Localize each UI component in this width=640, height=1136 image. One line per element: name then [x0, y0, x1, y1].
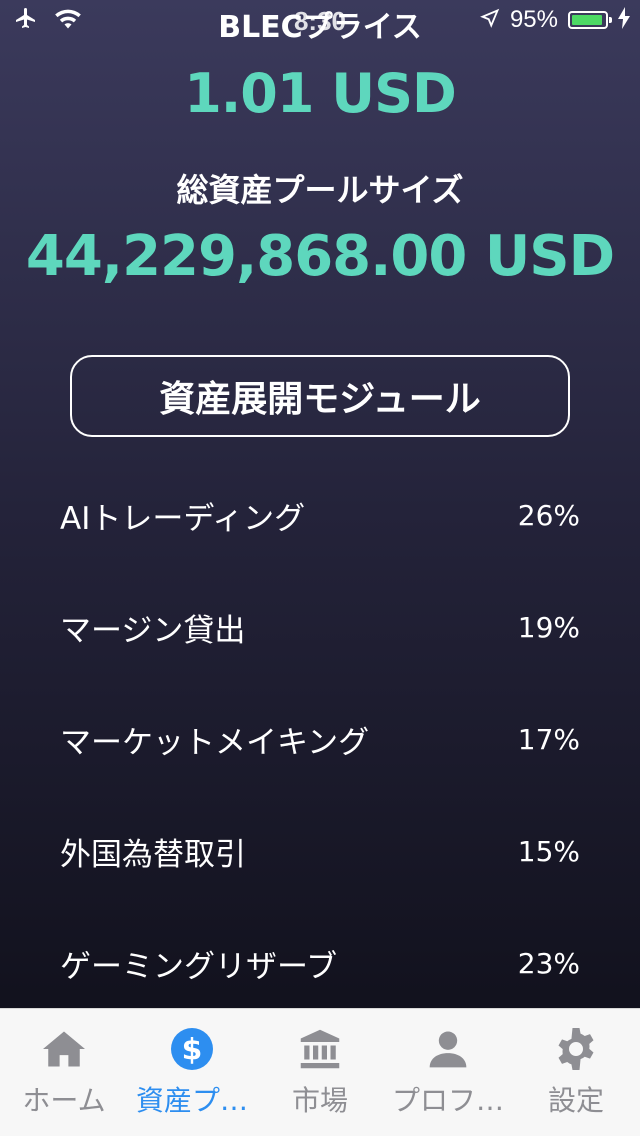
asset-module-button[interactable]: 資産展開モジュール [70, 355, 570, 437]
module-row-ai-trading: AIトレーディング 26% [60, 480, 580, 550]
blec-price-value: 1.01 USD [184, 62, 457, 125]
tab-asset-pool[interactable]: $ 資産プ… [128, 1009, 256, 1136]
tab-label: 資産プ… [135, 1084, 248, 1117]
tab-profile[interactable]: プロフ… [384, 1009, 512, 1136]
tab-label: 市場 [291, 1084, 348, 1117]
tab-market[interactable]: 市場 [256, 1009, 384, 1136]
tab-bar: ホーム $ 資産プ… 市場 プロフ… 設定 [0, 1008, 640, 1136]
module-row-market-making: マーケットメイキング 17% [60, 704, 580, 774]
module-name: 外国為替取引 [60, 836, 246, 873]
bank-icon [298, 1027, 342, 1071]
module-percent: 15% [517, 834, 580, 868]
module-percent: 23% [517, 946, 580, 980]
person-icon [426, 1027, 470, 1071]
home-icon [42, 1027, 86, 1071]
tab-label: 設定 [547, 1084, 604, 1117]
gear-icon [554, 1027, 598, 1071]
tab-label: ホーム [22, 1084, 106, 1117]
pool-size-value: 44,229,868.00 USD [25, 224, 615, 289]
tab-label: プロフ… [391, 1084, 504, 1117]
module-row-forex: 外国為替取引 15% [60, 816, 580, 886]
module-percent: 19% [517, 610, 580, 644]
tab-settings[interactable]: 設定 [512, 1009, 640, 1136]
module-percent: 17% [517, 722, 580, 756]
module-name: ゲーミングリザーブ [60, 948, 338, 985]
dollar-icon: $ [170, 1027, 214, 1071]
module-name: マーケットメイキング [60, 724, 370, 761]
module-row-gaming-reserve: ゲーミングリザーブ 23% [60, 928, 580, 998]
status-time-overlay: 8:30 [293, 6, 347, 36]
module-row-margin-lending: マージン貸出 19% [60, 592, 580, 662]
module-name: マージン貸出 [60, 612, 246, 649]
module-percent: 26% [517, 498, 580, 532]
pool-size-label: 総資産プールサイズ [176, 171, 464, 209]
module-name: AIトレーディング [60, 500, 306, 537]
svg-text:$: $ [182, 1033, 203, 1068]
tab-home[interactable]: ホーム [0, 1009, 128, 1136]
